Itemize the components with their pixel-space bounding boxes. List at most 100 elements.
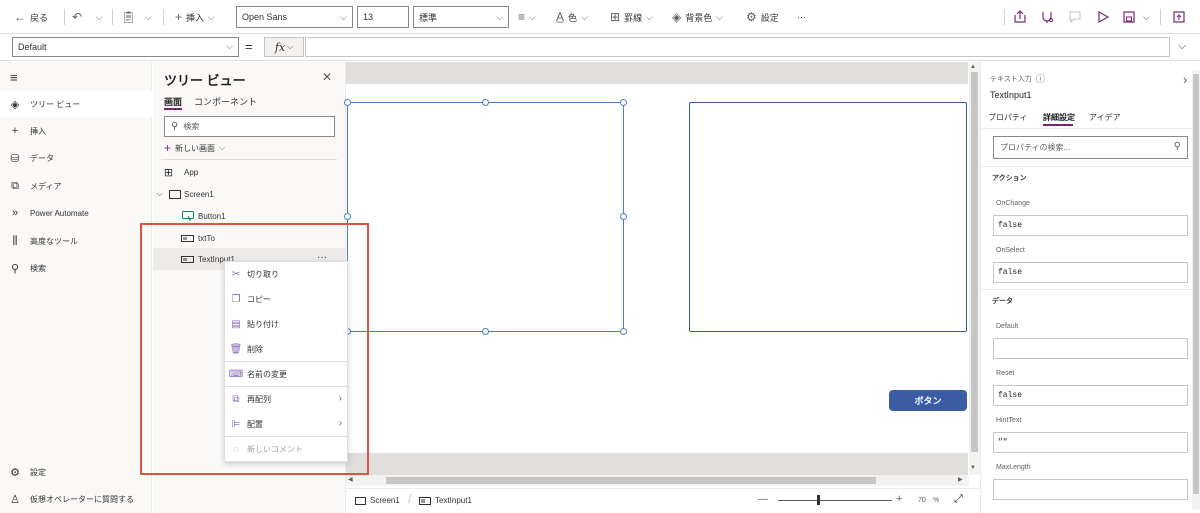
tab-ideas[interactable]: アイデア bbox=[1089, 112, 1121, 123]
font-weight-select[interactable]: 標準 ⌵ bbox=[413, 6, 509, 28]
resize-handle[interactable] bbox=[344, 99, 351, 106]
formula-bar: Default ⌵ = fx ⌵ ⌵ bbox=[0, 34, 1200, 61]
tab-advanced[interactable]: 詳細設定 bbox=[1043, 112, 1075, 123]
textinput1-control[interactable] bbox=[347, 102, 624, 332]
fill-button[interactable]: ◈ 背景色 ⌵ bbox=[672, 0, 723, 34]
menu-item-align[interactable]: ⊫ 配置 › bbox=[225, 412, 349, 437]
tab-properties[interactable]: プロパティ bbox=[988, 112, 1028, 123]
nav-item-advanced-tools[interactable]: ⫼ 高度なツール bbox=[0, 228, 152, 254]
resize-handle[interactable] bbox=[620, 213, 627, 220]
tree-item-button1[interactable]: Button1 bbox=[153, 205, 346, 227]
paste-dropdown[interactable]: ⌵ bbox=[145, 0, 152, 34]
canvas-scrollbar-horizontal[interactable]: ◀ ▶ bbox=[346, 475, 969, 486]
onchange-field[interactable]: false bbox=[993, 215, 1188, 236]
property-select[interactable]: Default ⌵ bbox=[12, 37, 239, 57]
tree-item-txtto[interactable]: txtTo bbox=[153, 227, 346, 249]
close-icon[interactable]: ✕ bbox=[322, 70, 332, 84]
txtto-control[interactable] bbox=[689, 102, 967, 332]
back-button[interactable]: ← 戻る bbox=[14, 0, 48, 34]
nav-item-data[interactable]: ⛁ データ bbox=[0, 145, 152, 171]
share-icon[interactable] bbox=[1013, 10, 1027, 24]
breadcrumb-screen[interactable]: Screen1 bbox=[355, 496, 400, 505]
nav-item-settings[interactable]: ⚙ 設定 bbox=[0, 459, 152, 485]
tab-components[interactable]: コンポーネント bbox=[194, 95, 257, 108]
button1-control[interactable]: ボタン bbox=[889, 390, 967, 411]
text-input-icon bbox=[153, 255, 198, 264]
context-menu: ✂ 切り取り ❐ コピー ▤ 貼り付け 🗑︎ 削除 ⌨ 名前の変更 ⧉ 再配列 … bbox=[224, 261, 349, 462]
publish-icon[interactable] bbox=[1172, 10, 1186, 24]
menu-item-copy[interactable]: ❐ コピー bbox=[225, 287, 349, 312]
resize-handle[interactable] bbox=[482, 99, 489, 106]
app-icon: ⊞ bbox=[163, 166, 174, 179]
expand-formula-icon[interactable]: ⌵ bbox=[1178, 40, 1186, 53]
tree-item-app[interactable]: ⊞ App bbox=[153, 161, 346, 183]
play-icon[interactable] bbox=[1096, 10, 1110, 24]
paste-button[interactable]: 📋︎ bbox=[121, 0, 136, 34]
menu-item-cut[interactable]: ✂ 切り取り bbox=[225, 262, 349, 287]
chevron-down-icon: ⌵ bbox=[529, 11, 536, 22]
resize-handle[interactable] bbox=[620, 99, 627, 106]
scroll-right-icon[interactable]: ▶ bbox=[958, 476, 963, 483]
border-icon: ⊞ bbox=[610, 10, 621, 24]
align-button[interactable]: ≡ ⌵ bbox=[518, 0, 536, 34]
zoom-slider-thumb[interactable] bbox=[817, 495, 820, 505]
zoom-slider[interactable] bbox=[778, 500, 892, 501]
color-button[interactable]: A̲ 色 ⌵ bbox=[556, 0, 588, 34]
resize-handle[interactable] bbox=[620, 328, 627, 335]
hinttext-label: HintText bbox=[996, 417, 1022, 424]
scroll-up-icon[interactable]: ▲ bbox=[970, 64, 976, 70]
chevron-down-icon: ⌵ bbox=[156, 189, 163, 198]
insert-button[interactable]: + 挿入 ⌵ bbox=[175, 0, 215, 34]
chevron-right-icon[interactable]: › bbox=[1183, 72, 1187, 87]
search-input[interactable]: ⚲ 検索 bbox=[164, 116, 335, 137]
nav-item-insert[interactable]: + 挿入 bbox=[0, 118, 152, 144]
control-name[interactable]: TextInput1 bbox=[990, 90, 1032, 100]
hinttext-field[interactable]: "" bbox=[993, 432, 1188, 453]
save-dropdown[interactable]: ⌵ bbox=[1143, 0, 1150, 34]
scrollbar-thumb[interactable] bbox=[1193, 74, 1199, 494]
default-field[interactable] bbox=[993, 338, 1188, 359]
menu-item-rename[interactable]: ⌨ 名前の変更 bbox=[225, 362, 349, 387]
help-icon[interactable]: ⓘ bbox=[1036, 72, 1045, 85]
nav-item-virtual-agent[interactable]: ♙ 仮想オペレーターに質問する bbox=[0, 486, 152, 512]
menu-item-reorder[interactable]: ⧉ 再配列 › bbox=[225, 387, 349, 412]
scroll-left-icon[interactable]: ◀ bbox=[348, 476, 353, 483]
zoom-in-button[interactable]: + bbox=[896, 493, 902, 505]
onselect-field[interactable]: false bbox=[993, 262, 1188, 283]
nav-item-media[interactable]: ⧉ メディア bbox=[0, 173, 152, 199]
border-button[interactable]: ⊞ 罫線 ⌵ bbox=[610, 0, 653, 34]
undo-button[interactable]: ↶ bbox=[72, 0, 82, 34]
zoom-out-button[interactable]: — bbox=[758, 494, 768, 505]
app-checker-icon[interactable] bbox=[1040, 10, 1054, 24]
menu-item-paste[interactable]: ▤ 貼り付け bbox=[225, 312, 349, 337]
menu-item-delete[interactable]: 🗑︎ 削除 bbox=[225, 337, 349, 362]
more-button[interactable]: ··· bbox=[797, 0, 806, 34]
maxlength-field[interactable] bbox=[993, 479, 1188, 500]
new-screen-button[interactable]: + 新しい画面 ⌵ bbox=[164, 141, 225, 155]
formula-input[interactable] bbox=[305, 37, 1170, 57]
panel-scrollbar[interactable] bbox=[1192, 70, 1200, 510]
property-search-input[interactable]: プロパティの検索... ⚲ bbox=[993, 136, 1188, 159]
fit-to-window-icon[interactable]: ⤢ bbox=[954, 493, 963, 506]
scrollbar-thumb[interactable] bbox=[971, 72, 978, 452]
breadcrumb-control[interactable]: TextInput1 bbox=[419, 496, 472, 505]
nav-item-tree-view[interactable]: ◈ ツリー ビュー bbox=[0, 91, 152, 117]
font-size-input[interactable]: 13 bbox=[357, 6, 409, 28]
nav-item-search[interactable]: ⚲ 検索 bbox=[0, 255, 152, 281]
font-family-select[interactable]: Open Sans ⌵ bbox=[236, 6, 353, 28]
function-button[interactable]: fx ⌵ bbox=[264, 37, 304, 57]
tree-item-screen1[interactable]: ⌵ Screen1 bbox=[153, 183, 346, 205]
undo-dropdown[interactable]: ⌵ bbox=[96, 0, 103, 34]
comments-icon[interactable] bbox=[1068, 10, 1082, 24]
resize-handle[interactable] bbox=[482, 328, 489, 335]
settings-button[interactable]: ⚙ 設定 bbox=[746, 0, 779, 34]
canvas-scrollbar-vertical[interactable]: ▲ ▼ bbox=[969, 62, 980, 475]
reset-field[interactable]: false bbox=[993, 385, 1188, 406]
scroll-down-icon[interactable]: ▼ bbox=[970, 465, 976, 471]
scrollbar-thumb[interactable] bbox=[386, 477, 876, 484]
hamburger-icon[interactable]: ≡ bbox=[10, 70, 18, 85]
tab-screens[interactable]: 画面 bbox=[164, 95, 182, 108]
nav-item-power-automate[interactable]: » Power Automate bbox=[0, 200, 152, 226]
save-icon[interactable] bbox=[1122, 10, 1136, 24]
resize-handle[interactable] bbox=[344, 213, 351, 220]
